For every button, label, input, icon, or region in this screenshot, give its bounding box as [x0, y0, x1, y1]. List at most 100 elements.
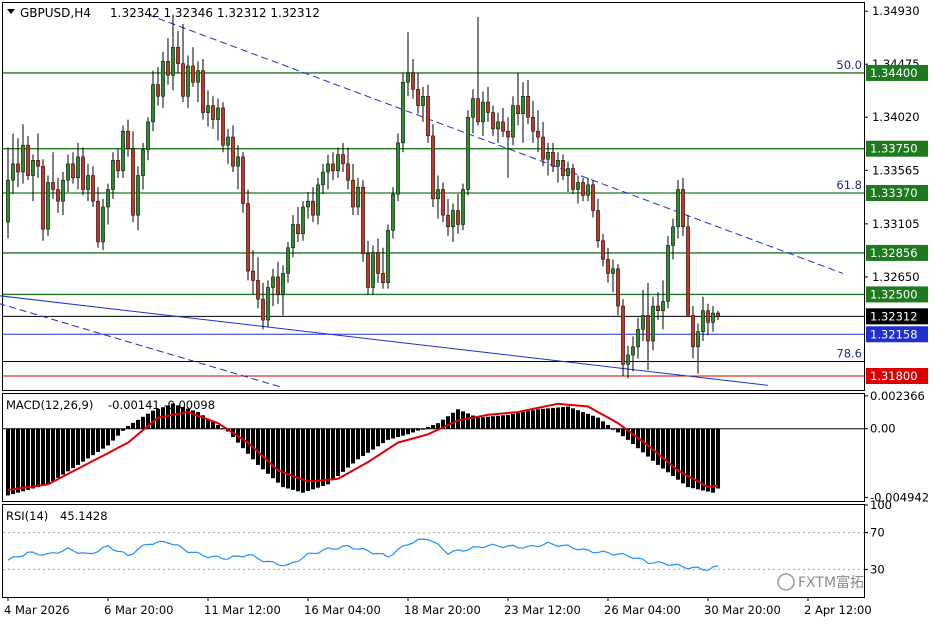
candle-body-124 — [626, 354, 630, 365]
candle-body-31 — [161, 61, 165, 97]
macd-bar-97 — [491, 416, 495, 429]
candle-body-46 — [236, 156, 240, 167]
candle-body-44 — [226, 136, 230, 146]
candle-body-27 — [141, 149, 145, 176]
macd-bar-86 — [436, 423, 440, 429]
macd-bar-55 — [281, 428, 285, 488]
macd-bar-4 — [26, 428, 30, 490]
fib-label-0: 50.0 — [836, 58, 862, 72]
candle-body-20 — [106, 189, 110, 208]
candle-body-61 — [311, 200, 315, 216]
candle-body-49 — [251, 270, 255, 281]
macd-bar-140 — [706, 428, 710, 492]
macd-bar-67 — [341, 428, 345, 472]
macd-bar-94 — [476, 417, 480, 429]
candle-body-23 — [121, 130, 125, 172]
macd-bar-16 — [86, 428, 90, 459]
macd-bar-72 — [366, 428, 370, 453]
candle-body-32 — [166, 61, 170, 76]
candle-body-142 — [716, 312, 720, 317]
rsi-title: RSI(14) — [6, 509, 48, 523]
candle-body-71 — [361, 186, 365, 254]
macd-title: MACD(12,26,9) — [6, 398, 93, 412]
candle-body-133 — [671, 226, 675, 246]
rsi-tick-label-1: 70 — [870, 526, 885, 540]
candle-body-105 — [531, 116, 535, 132]
candle-body-95 — [481, 101, 485, 123]
rsi-panel-frame — [2, 504, 865, 598]
macd-bar-18 — [96, 428, 100, 452]
macd-bar-122 — [616, 428, 620, 433]
macd-bar-131 — [661, 428, 665, 469]
candle-body-108 — [546, 151, 550, 160]
macd-bar-102 — [516, 412, 520, 429]
candle-body-22 — [116, 160, 120, 172]
candle-body-129 — [651, 305, 655, 342]
candle-body-127 — [641, 315, 645, 330]
candle-body-26 — [136, 175, 140, 216]
macd-bar-114 — [576, 410, 580, 429]
candle-body-68 — [346, 163, 350, 181]
macd-bar-128 — [646, 428, 650, 457]
candle-body-2 — [16, 163, 20, 173]
candle-body-41 — [211, 105, 215, 120]
candle-body-62 — [316, 184, 320, 216]
price-chart-window[interactable]: 50.061.878.6 1.349301.344751.340201.3356… — [0, 0, 936, 624]
time-tick-label-4: 18 Mar 20:00 — [404, 603, 481, 617]
macd-bar-24 — [126, 425, 130, 429]
candle-body-36 — [186, 65, 190, 97]
candle-body-128 — [646, 315, 650, 342]
macd-bar-51 — [261, 428, 265, 470]
macd-bar-110 — [556, 407, 560, 429]
candle-body-106 — [536, 130, 540, 138]
candle-body-30 — [156, 84, 160, 97]
macd-bar-49 — [251, 428, 255, 460]
price-tag-label-0: 1.34400 — [870, 66, 918, 80]
candle-body-67 — [341, 154, 345, 165]
candle-body-65 — [331, 163, 335, 172]
macd-bar-123 — [621, 428, 625, 437]
candle-body-33 — [171, 47, 175, 76]
macd-bar-101 — [511, 413, 515, 429]
macd-bar-58 — [296, 428, 300, 492]
candle-body-10 — [56, 189, 60, 202]
candle-body-77 — [391, 193, 395, 231]
candle-body-109 — [551, 151, 555, 167]
price-tag-label-2: 1.33370 — [870, 186, 918, 200]
macd-bar-83 — [421, 428, 425, 430]
candle-body-19 — [101, 206, 105, 243]
candle-body-102 — [516, 105, 520, 114]
candle-body-141 — [711, 312, 715, 323]
candle-body-72 — [366, 253, 370, 288]
macd-tick-label-0: 0.002366 — [870, 389, 925, 403]
price-tag-label-7: 1.31800 — [870, 369, 918, 383]
candle-body-4 — [26, 144, 30, 176]
candle-body-15 — [81, 156, 85, 190]
time-tick-label-6: 26 Mar 04:00 — [604, 603, 681, 617]
candle-body-138 — [696, 331, 700, 348]
candle-body-117 — [591, 184, 595, 211]
candle-body-37 — [191, 65, 195, 83]
macd-bar-111 — [561, 406, 565, 429]
candle-body-97 — [491, 112, 495, 130]
candle-body-116 — [586, 184, 590, 196]
candle-body-139 — [701, 310, 705, 332]
candle-body-125 — [631, 346, 635, 356]
candle-body-69 — [351, 179, 355, 208]
macd-bar-130 — [656, 428, 660, 465]
price-tick-label-2: 1.34020 — [872, 110, 920, 124]
candle-body-7 — [41, 165, 45, 230]
candle-body-90 — [456, 210, 460, 225]
candle-body-81 — [411, 72, 415, 90]
candle-body-92 — [466, 116, 470, 190]
macd-bar-62 — [316, 428, 320, 488]
macd-bar-74 — [376, 428, 380, 447]
candle-body-3 — [21, 144, 25, 173]
fib-label-2: 78.6 — [836, 346, 862, 360]
rsi-tick-label-0: 100 — [870, 498, 892, 512]
macd-bar-99 — [501, 415, 505, 429]
candle-body-135 — [681, 189, 685, 228]
macd-bar-141 — [711, 428, 715, 493]
macd-bar-68 — [346, 428, 350, 468]
candle-body-40 — [206, 105, 210, 113]
